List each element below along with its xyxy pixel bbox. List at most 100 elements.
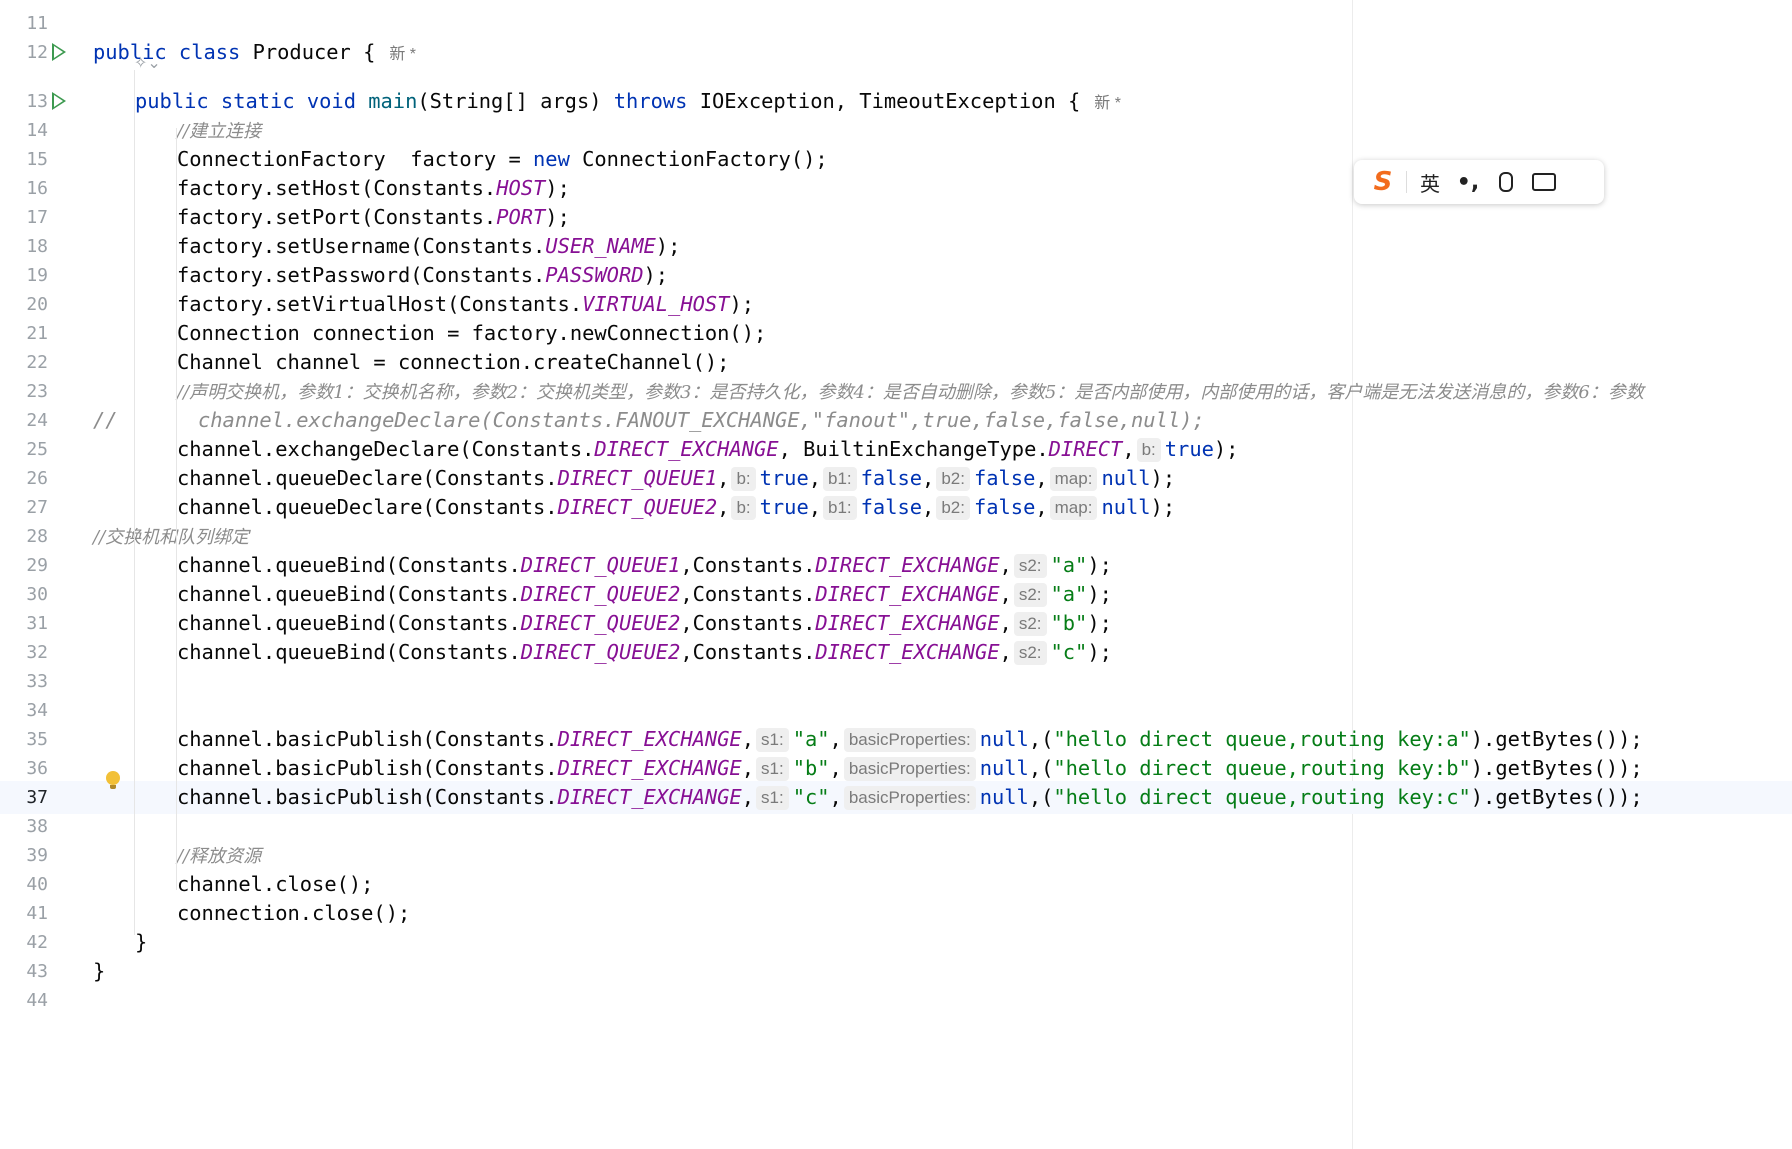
code-token: Producer {: [252, 40, 376, 64]
code-token: ).getBytes());: [1470, 785, 1643, 809]
code-editor[interactable]: 11 12 public class Producer {新 * 13 public s…: [0, 0, 1792, 1149]
code-token: DIRECT_EXCHANGE: [594, 437, 779, 461]
code-token: channel.basicPublish(Constants.: [177, 785, 558, 809]
code-token: null: [979, 756, 1029, 780]
code-token: factory.setUsername(Constants.: [177, 234, 546, 258]
code-token: PORT: [496, 205, 546, 229]
code-token: "hello direct queue,routing key:a": [1053, 727, 1471, 751]
code-token: factory.setPort(Constants.: [177, 205, 497, 229]
code-token: }: [135, 930, 148, 954]
run-gutter-icon[interactable]: [52, 92, 66, 110]
new-usage-marker[interactable]: 新 *: [1094, 95, 1121, 112]
parameter-hint: s1:: [756, 786, 789, 810]
code-token: VIRTUAL_HOST: [582, 292, 730, 316]
parameter-hint: map:: [1049, 496, 1098, 520]
parameter-hint: b2:: [936, 496, 970, 520]
code-token: ,: [717, 495, 730, 519]
indent-guide: [176, 128, 177, 890]
mic-shape: [1499, 172, 1513, 192]
code-token: factory.setVirtualHost(Constants.: [177, 292, 583, 316]
parameter-hint: s1:: [756, 757, 789, 781]
code-token: DIRECT_QUEUE2: [520, 611, 681, 635]
code-token: channel.queueBind(Constants.: [177, 640, 521, 664]
parameter-hint: basicProperties:: [843, 786, 976, 810]
code-line[interactable]: 12 public class Producer { 新 *: [0, 36, 1792, 69]
code-token: false: [973, 495, 1036, 519]
code-token: ,: [829, 756, 842, 780]
code-token: connection.close();: [177, 901, 411, 925]
parameter-hint: b2:: [936, 467, 970, 491]
code-line[interactable]: 44: [0, 984, 1792, 1017]
intention-bulb-icon[interactable]: [106, 771, 120, 789]
code-token: DIRECT_EXCHANGE: [815, 640, 1000, 664]
punctuation-label: •,: [1456, 169, 1480, 195]
code-token: //声明交换机，参数1：交换机名称，参数2：交换机类型，参数3：是否持久化，参数…: [177, 382, 1644, 403]
code-token: USER_NAME: [545, 234, 656, 258]
code-token: ConnectionFactory factory =: [177, 147, 534, 171]
keyboard-icon[interactable]: [1525, 160, 1563, 204]
code-token: public class: [93, 40, 253, 64]
code-token: true: [759, 495, 809, 519]
code-token: ,: [1122, 437, 1135, 461]
code-token: channel.exchangeDeclare(Constants.: [177, 437, 595, 461]
code-token: throws: [613, 89, 700, 113]
run-gutter-icon[interactable]: [52, 43, 66, 61]
ime-toolbar[interactable]: S 英 •,: [1354, 160, 1604, 204]
code-token: ,: [922, 495, 935, 519]
parameter-hint: map:: [1049, 467, 1098, 491]
code-token: ,: [717, 466, 730, 490]
code-token: ,: [829, 727, 842, 751]
code-token: channel.queueBind(Constants.: [177, 582, 521, 606]
code-token: DIRECT_EXCHANGE: [557, 727, 742, 751]
code-token: "c": [792, 785, 830, 809]
code-token: factory.setPassword(Constants.: [177, 263, 546, 287]
code-token: ,Constants.: [680, 611, 816, 635]
parameter-hint: b:: [731, 467, 756, 491]
code-token: ,: [741, 756, 754, 780]
code-token: "c": [1050, 640, 1088, 664]
punctuation-toggle[interactable]: •,: [1449, 160, 1487, 204]
code-token: true: [1164, 437, 1214, 461]
code-token: ,: [741, 727, 754, 751]
parameter-hint: basicProperties:: [843, 728, 976, 752]
code-token: ,: [999, 611, 1012, 635]
code-token: ,: [1035, 495, 1048, 519]
code-vision-icon[interactable]: ✧⌄: [134, 53, 161, 72]
code-token: ,Constants.: [680, 582, 816, 606]
code-token: main: [368, 89, 418, 113]
code-token: );: [729, 292, 755, 316]
code-token: "hello direct queue,routing key:c": [1053, 785, 1471, 809]
code-token: channel.exchangeDeclare(Constants.FANOUT…: [198, 408, 1205, 432]
code-token: );: [655, 234, 681, 258]
code-token: //: [93, 408, 118, 432]
code-token: );: [1087, 611, 1112, 635]
code-token: channel.queueBind(Constants.: [177, 553, 521, 577]
code-token: ,: [922, 466, 935, 490]
new-usage-marker[interactable]: 新 *: [389, 46, 416, 63]
code-token: DIRECT_QUEUE2: [520, 640, 681, 664]
language-label: 英: [1420, 171, 1440, 196]
code-token: null: [979, 785, 1029, 809]
code-token: DIRECT_QUEUE2: [557, 495, 718, 519]
line-number[interactable]: 12: [0, 36, 48, 69]
language-toggle[interactable]: 英: [1411, 160, 1449, 204]
code-token: "a": [1050, 582, 1088, 606]
code-token: HOST: [496, 176, 546, 200]
line-number[interactable]: 44: [0, 984, 48, 1017]
ime-divider: [1406, 171, 1407, 193]
code-token: ,: [999, 553, 1012, 577]
code-token: true: [759, 466, 809, 490]
code-token: "a": [792, 727, 830, 751]
code-token: DIRECT_EXCHANGE: [815, 611, 1000, 635]
code-token: );: [545, 176, 570, 200]
keyboard-shape: [1532, 173, 1556, 191]
code-token: ,Constants.: [680, 553, 816, 577]
sogou-logo-icon[interactable]: S: [1364, 160, 1402, 204]
code-token: DIRECT_QUEUE1: [557, 466, 718, 490]
code-token: "hello direct queue,routing key:b": [1053, 756, 1471, 780]
code-token: DIRECT_EXCHANGE: [557, 785, 742, 809]
code-token: channel.basicPublish(Constants.: [177, 727, 558, 751]
mic-icon[interactable]: [1487, 160, 1525, 204]
code-token: "b": [1050, 611, 1088, 635]
parameter-hint: s2:: [1013, 583, 1047, 607]
